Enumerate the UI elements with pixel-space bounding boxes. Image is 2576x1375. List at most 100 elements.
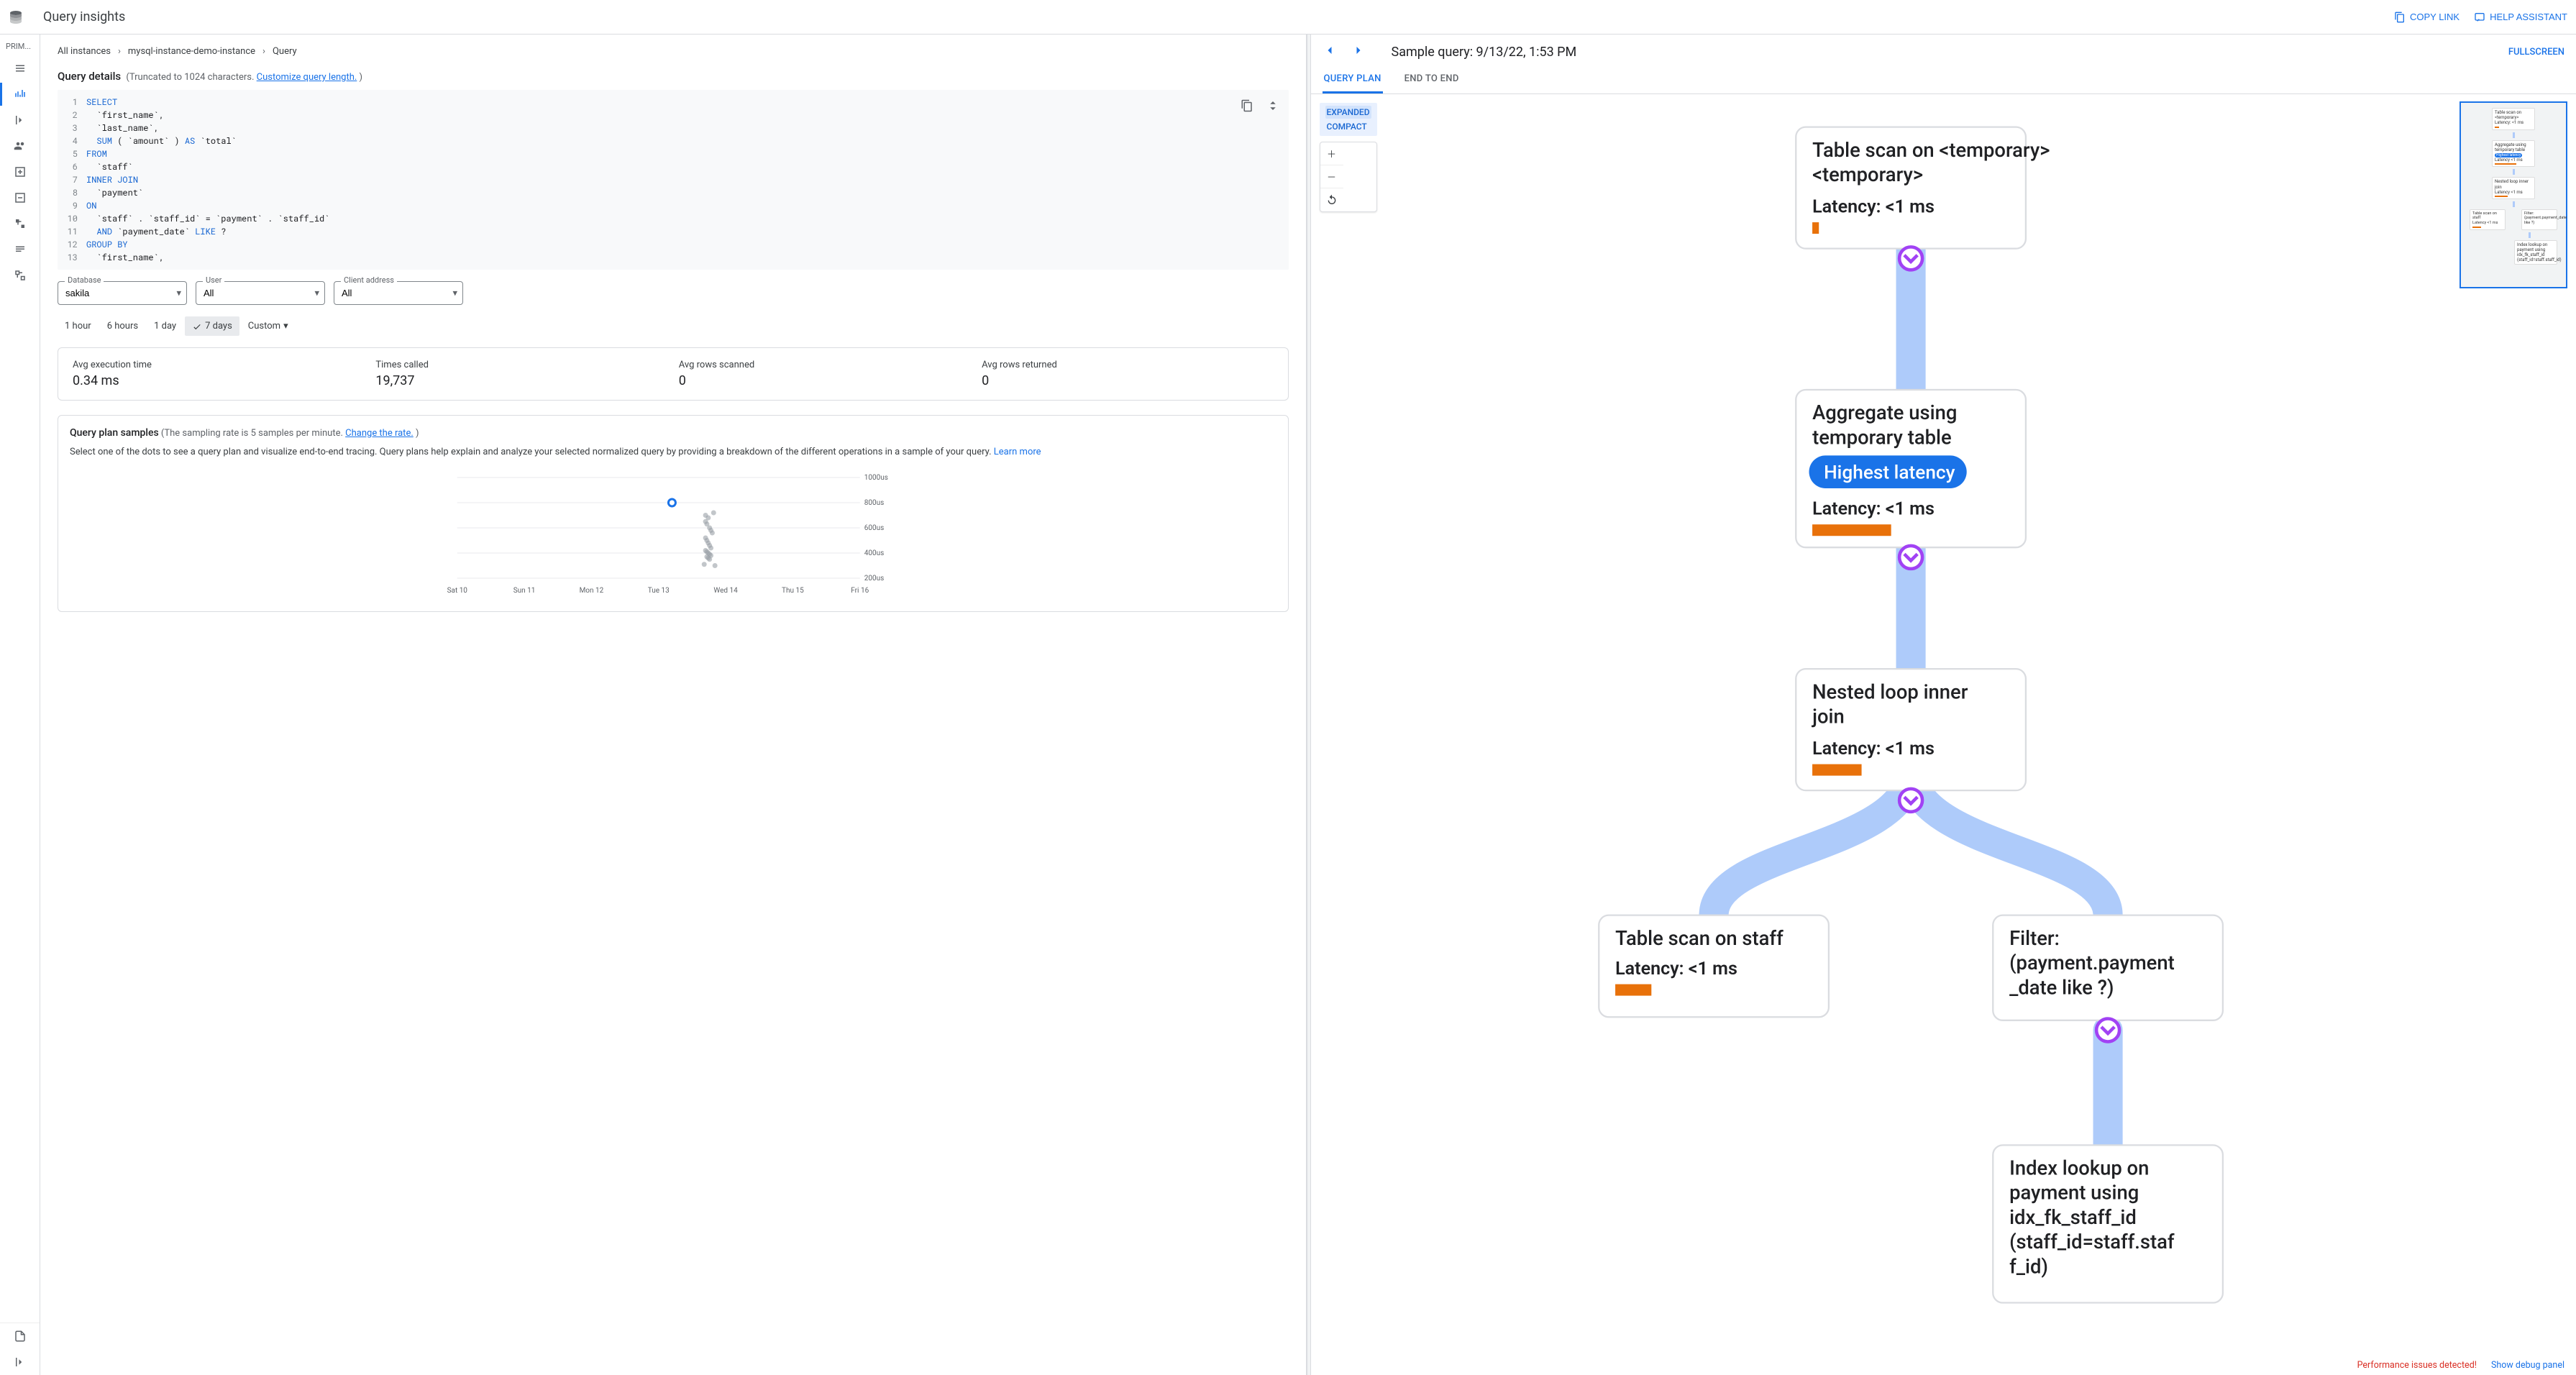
left-pane: All instances › mysql-instance-demo-inst…	[40, 35, 1307, 1375]
sidebar-section-label: PRIM...	[0, 39, 40, 55]
svg-text:Aggregate using: Aggregate using	[1812, 401, 1957, 424]
sidebar-item-users[interactable]	[0, 133, 40, 159]
chevron-right-icon: ›	[262, 46, 265, 57]
copy-link-button[interactable]: COPY LINK	[2394, 12, 2459, 23]
copy-link-label: COPY LINK	[2410, 12, 2459, 22]
collapse-sql-icon[interactable]	[1261, 94, 1284, 117]
svg-text:Sun 11: Sun 11	[513, 587, 536, 595]
time-range-7days[interactable]: 7 days	[185, 316, 239, 336]
learn-more-link[interactable]: Learn more	[994, 447, 1041, 457]
plan-node-table-scan-temp[interactable]: Table scan on <temporary>	[1812, 139, 2050, 162]
product-logo-icon[interactable]	[6, 7, 26, 27]
query-details-title: Query details	[58, 70, 121, 83]
sidebar-item-backups[interactable]	[0, 185, 40, 211]
user-select[interactable]: User All ▾	[196, 281, 325, 305]
stat-calls-label: Times called	[375, 360, 667, 370]
time-range-6hours[interactable]: 6 hours	[100, 316, 145, 336]
svg-text:temporary table: temporary table	[1812, 426, 1952, 449]
samples-description: Select one of the dots to see a query pl…	[70, 447, 994, 457]
svg-text:join: join	[1811, 705, 1845, 728]
performance-warning: Performance issues detected!	[2357, 1360, 2477, 1371]
zoom-out-button[interactable]: －	[1320, 165, 1343, 188]
tab-query-plan[interactable]: QUERY PLAN	[1323, 66, 1383, 93]
sidebar-item-insights[interactable]	[0, 81, 40, 107]
stat-scanned-label: Avg rows scanned	[679, 360, 970, 370]
svg-text:800us: 800us	[864, 499, 885, 507]
time-range-1day[interactable]: 1 day	[147, 316, 183, 336]
client-address-select[interactable]: Client address All ▾	[334, 281, 463, 305]
customize-query-length-link[interactable]: Customize query length.	[257, 72, 357, 83]
prev-sample-button[interactable]	[1323, 43, 1337, 60]
view-mode-toggle: EXPANDED COMPACT	[1320, 103, 1377, 136]
svg-text:Thu 15: Thu 15	[782, 587, 804, 595]
stat-returned-label: Avg rows returned	[982, 360, 1273, 370]
svg-text:idx_fk_staff_id: idx_fk_staff_id	[2009, 1206, 2137, 1229]
breadcrumb: All instances › mysql-instance-demo-inst…	[58, 46, 1289, 57]
chevron-right-icon: ›	[118, 46, 121, 57]
svg-text:<temporary>: <temporary>	[1812, 163, 1923, 186]
time-range-custom[interactable]: Custom ▾	[241, 316, 296, 336]
plan-minimap[interactable]: Table scan on <temporary>Latency: <1 ms …	[2459, 101, 2567, 288]
sql-code-block: 1SELECT 2 `first_name`, 3 `last_name`, 4…	[58, 90, 1289, 270]
svg-text:1000us: 1000us	[864, 474, 888, 482]
zoom-reset-button[interactable]	[1320, 188, 1343, 211]
svg-text:f_id): f_id)	[2009, 1255, 2048, 1278]
sidebar-item-databases[interactable]	[0, 159, 40, 185]
query-details-header: Query details (Truncated to 1024 charact…	[58, 70, 1289, 83]
svg-text:Mon 12: Mon 12	[580, 587, 604, 595]
change-rate-link[interactable]: Change the rate.	[345, 428, 414, 439]
copy-sql-icon[interactable]	[1236, 94, 1259, 117]
sidebar: PRIM...	[0, 35, 40, 1375]
zoom-in-button[interactable]: ＋	[1320, 142, 1343, 165]
sample-query-title: Sample query: 9/13/22, 1:53 PM	[1392, 45, 2508, 60]
svg-text:Latency: <1 ms: Latency: <1 ms	[1812, 739, 1935, 759]
samples-title: Query plan samples	[70, 427, 159, 439]
next-sample-button[interactable]	[1351, 43, 1366, 60]
time-range-1hour[interactable]: 1 hour	[58, 316, 99, 336]
expanded-toggle[interactable]: EXPANDED	[1325, 106, 1371, 119]
svg-text:400us: 400us	[864, 549, 885, 557]
zoom-controls: ＋ －	[1320, 142, 1377, 212]
svg-text:payment using: payment using	[2009, 1182, 2139, 1205]
plan-graph[interactable]: Table scan on <temporary> <temporary> La…	[1311, 94, 2576, 1375]
show-debug-panel-link[interactable]: Show debug panel	[2491, 1360, 2564, 1371]
sidebar-item-release-notes[interactable]	[0, 1323, 40, 1349]
sidebar-item-operations[interactable]	[0, 237, 40, 262]
chevron-down-icon: ▾	[283, 321, 288, 332]
svg-text:Fri 16: Fri 16	[851, 587, 869, 595]
samples-scatter-chart[interactable]: 200us400us600us800us1000usSat 10Sun 11Mo…	[70, 470, 1276, 600]
truncated-note: (Truncated to 1024 characters.	[126, 72, 256, 83]
sidebar-item-overview[interactable]	[0, 55, 40, 81]
breadcrumb-all-instances[interactable]: All instances	[58, 46, 111, 57]
fullscreen-button[interactable]: FULLSCREEN	[2508, 47, 2564, 58]
svg-text:_date like ?): _date like ?)	[2009, 976, 2114, 999]
svg-text:(payment.payment: (payment.payment	[2009, 951, 2175, 974]
database-select[interactable]: Database sakila ▾	[58, 281, 187, 305]
svg-text:Nested loop inner: Nested loop inner	[1812, 680, 1968, 703]
stat-calls-value: 19,737	[375, 373, 667, 388]
query-plan-canvas[interactable]: EXPANDED COMPACT ＋ －	[1311, 94, 2576, 1375]
svg-text:Wed 14: Wed 14	[713, 587, 738, 595]
time-range-selector: 1 hour 6 hours 1 day 7 days Custom ▾	[58, 316, 1289, 336]
svg-text:Latency: <1 ms: Latency: <1 ms	[1812, 196, 1935, 217]
stats-box: Avg execution time 0.34 ms Times called 19…	[58, 347, 1289, 401]
svg-text:(staff_id=staff.staf: (staff_id=staff.staf	[2009, 1230, 2175, 1253]
svg-text:Latency: <1 ms: Latency: <1 ms	[1615, 959, 1737, 979]
page-title: Query insights	[43, 9, 2394, 24]
svg-text:Latency: <1 ms: Latency: <1 ms	[1812, 499, 1935, 520]
stat-exec-value: 0.34 ms	[73, 373, 364, 388]
sidebar-item-connections[interactable]	[0, 107, 40, 133]
svg-text:Table scan on staff: Table scan on staff	[1615, 927, 1783, 950]
svg-text:Index lookup on: Index lookup on	[2009, 1156, 2149, 1179]
tab-end-to-end[interactable]: END TO END	[1403, 66, 1461, 93]
svg-text:Tue 13: Tue 13	[648, 587, 670, 595]
sidebar-collapse-button[interactable]	[0, 1349, 40, 1375]
breadcrumb-query: Query	[273, 46, 297, 57]
sidebar-item-settings[interactable]	[0, 262, 40, 288]
breadcrumb-instance[interactable]: mysql-instance-demo-instance	[128, 46, 255, 57]
stat-scanned-value: 0	[679, 373, 970, 388]
sidebar-item-replicas[interactable]	[0, 211, 40, 237]
help-assistant-button[interactable]: HELP ASSISTANT	[2474, 12, 2567, 23]
compact-toggle[interactable]: COMPACT	[1325, 120, 1371, 133]
stat-exec-label: Avg execution time	[73, 360, 364, 370]
